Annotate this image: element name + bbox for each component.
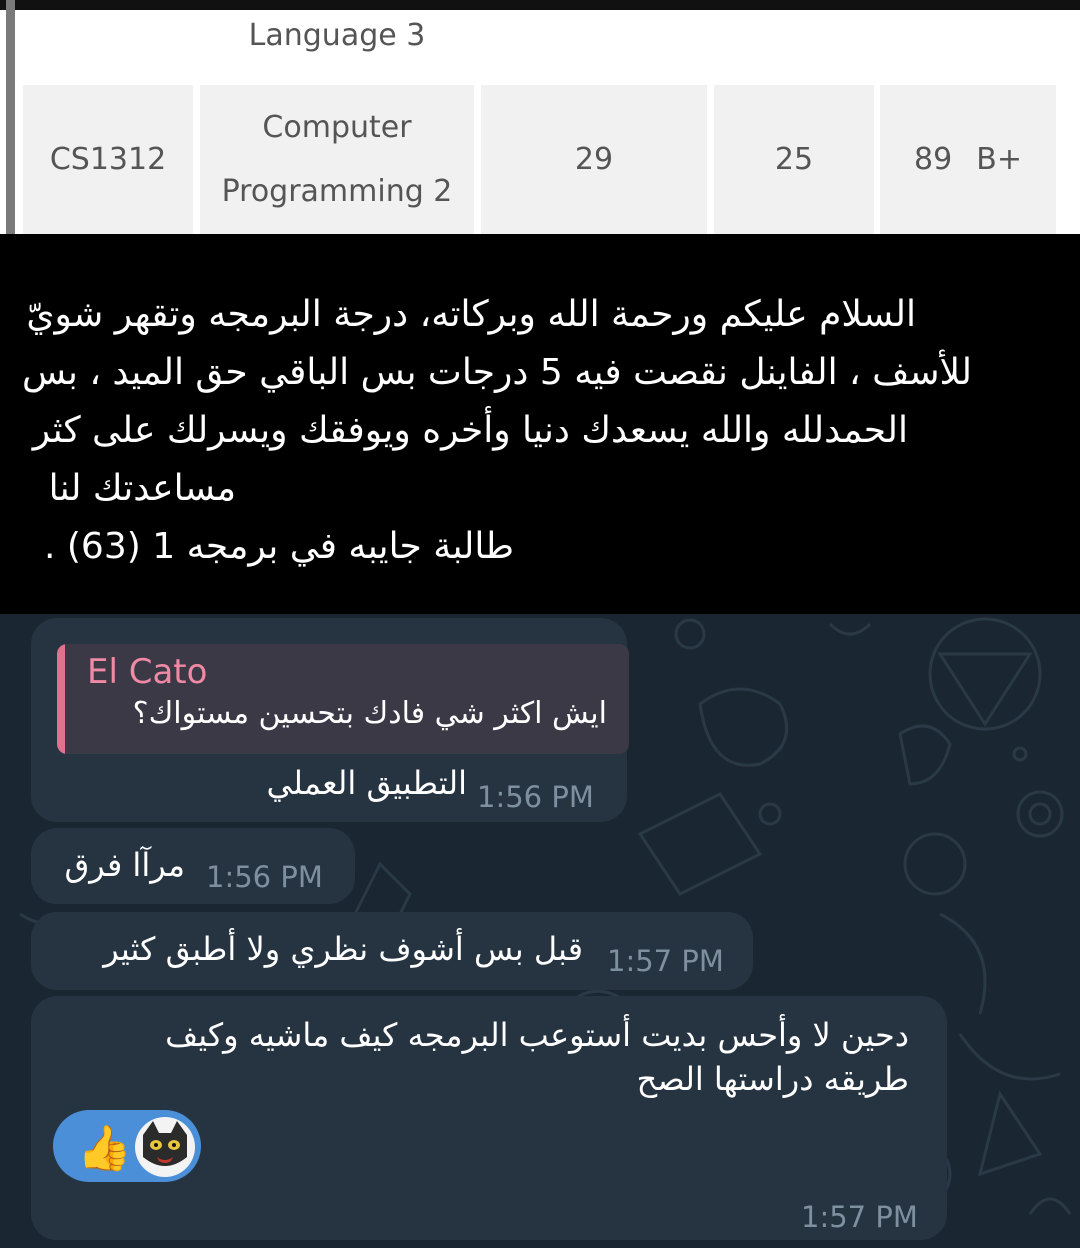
thumbs-up-icon[interactable]: 👍 [77,1122,132,1176]
announcement-line-2: للأسف ، الفاينل نقصت فيه 5 درجات بس البا… [21,352,972,393]
grade-table-screenshot: Language 3 CS1312 Computer Programming 2… [0,0,1080,234]
reply-accent-bar [57,644,65,754]
announcement-line-3: الحمدلله والله يسعدك دنيا وأخره ويوفقك و… [32,410,908,451]
announcement-line-4: مساعدتك لنا [48,468,236,509]
reply-sender-name: El Cato [87,652,208,692]
grade-col3-cell: 29 [481,85,707,234]
announcement-line-5: طالبة جايبه في برمجه 1 (63) . [43,526,514,567]
course-name-cell: Computer Programming 2 [200,85,474,234]
message-bubble-4[interactable]: دحين لا وأحس بديت أستوعب البرمجه كيف ماش… [31,996,947,1240]
total-score: 89 [914,142,953,177]
course-name-line1: Computer [262,109,412,145]
message-text-line2: طريقه دراستها الصح [636,1060,909,1098]
reactions-pill[interactable]: 👍 [53,1110,201,1182]
message-time: 1:56 PM [206,860,323,894]
grade-col3: 29 [574,142,614,177]
grade-col4-cell: 25 [714,85,874,234]
message-bubble-2[interactable]: مرآا فرق 1:56 PM [31,828,355,904]
message-text: التطبيق العملي [266,764,467,802]
cat-face-icon[interactable] [135,1117,195,1177]
message-time: 1:57 PM [607,944,724,978]
course-code: CS1312 [49,142,167,177]
course-name-line2: Programming 2 [221,173,453,209]
chat-area[interactable]: El Cato ايش اكثر شي فادك بتحسين مستواك؟ … [0,614,1080,1248]
announcement-line-1: السلام عليكم ورحمة الله وبركاته، درجة ال… [26,294,916,335]
top-edge [0,0,1080,10]
message-text-line1: دحين لا وأحس بديت أستوعب البرمجه كيف ماش… [165,1016,909,1054]
letter-grade: B+ [976,142,1022,177]
reply-text: ايش اكثر شي فادك بتحسين مستواك؟ [132,696,607,731]
reply-quote[interactable]: El Cato ايش اكثر شي فادك بتحسين مستواك؟ [57,644,629,754]
total-grade-cell: 89 B+ [880,85,1056,234]
previous-course-name: Language 3 [248,18,426,53]
message-text: قبل بس أشوف نظري ولا أطبق كثير [103,930,583,968]
course-code-cell: CS1312 [23,85,193,234]
table-left-border [6,0,15,234]
grade-col4: 25 [774,142,814,177]
message-time: 1:57 PM [801,1200,918,1234]
announcement-block: السلام عليكم ورحمة الله وبركاته، درجة ال… [0,234,1080,614]
message-bubble-1[interactable]: El Cato ايش اكثر شي فادك بتحسين مستواك؟ … [31,618,629,822]
message-time: 1:56 PM [477,780,594,814]
message-bubble-3[interactable]: قبل بس أشوف نظري ولا أطبق كثير 1:57 PM [31,912,753,990]
message-text: مرآا فرق [64,846,185,884]
